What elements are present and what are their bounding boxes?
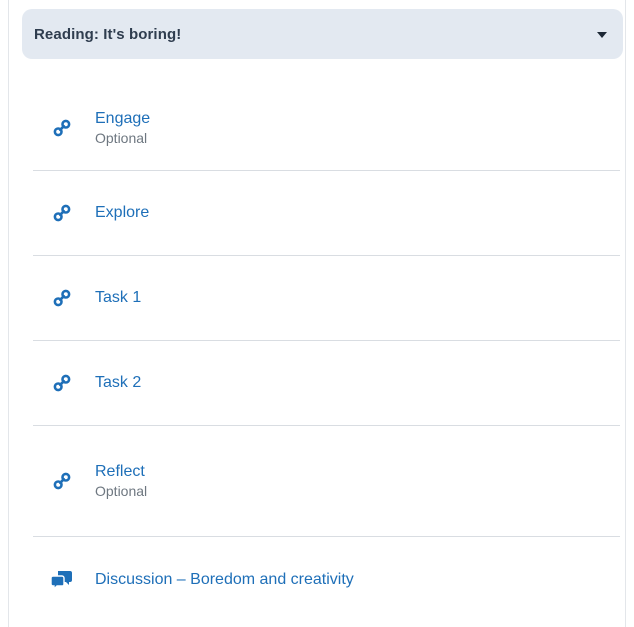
list-item-task-2[interactable]: Task 2	[33, 341, 620, 426]
discussion-icon	[51, 569, 73, 591]
item-status: Optional	[95, 129, 148, 146]
link-icon	[51, 372, 73, 394]
item-title[interactable]: Engage	[95, 109, 150, 129]
item-title[interactable]: Task 2	[95, 373, 141, 393]
chevron-down-icon[interactable]	[597, 32, 607, 38]
list-item-task-1[interactable]: Task 1	[33, 256, 620, 341]
list-item-engage[interactable]: Engage Optional	[33, 85, 620, 171]
item-title[interactable]: Explore	[95, 203, 149, 223]
item-status: Optional	[95, 483, 148, 499]
item-text: Explore	[95, 203, 149, 223]
link-icon	[51, 470, 73, 492]
item-text: Discussion – Boredom and creativity	[95, 570, 354, 590]
item-title[interactable]: Discussion – Boredom and creativity	[95, 570, 354, 590]
item-title[interactable]: Reflect	[95, 462, 147, 482]
item-text: Task 1	[95, 288, 141, 308]
link-icon	[51, 117, 73, 139]
item-text: Reflect Optional	[95, 462, 147, 500]
module-header-toggle[interactable]: Reading: It's boring!	[22, 9, 623, 59]
list-item-discussion[interactable]: Discussion – Boredom and creativity	[33, 537, 620, 623]
list-item-reflect[interactable]: Reflect Optional	[33, 426, 620, 537]
link-icon	[51, 202, 73, 224]
content-panel: Reading: It's boring! Engage Optional Ex…	[8, 0, 626, 627]
module-item-list: Engage Optional Explore Task 1 Task 2 Re…	[33, 95, 620, 623]
item-title[interactable]: Task 1	[95, 288, 141, 308]
module-title: Reading: It's boring!	[34, 25, 182, 43]
link-icon	[51, 287, 73, 309]
item-text: Task 2	[95, 373, 141, 393]
item-text: Engage Optional	[95, 109, 150, 147]
list-item-explore[interactable]: Explore	[33, 171, 620, 256]
